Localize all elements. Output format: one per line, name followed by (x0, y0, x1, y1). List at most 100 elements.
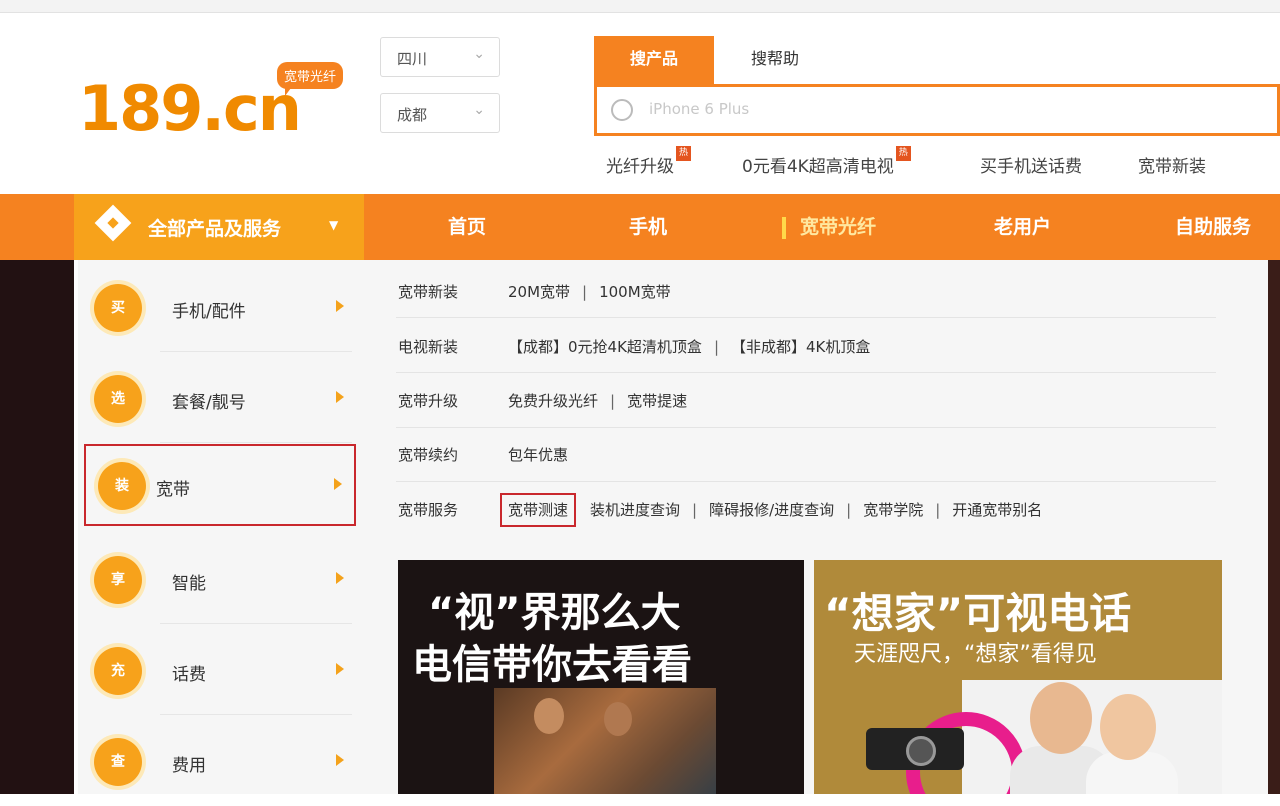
chevron-down-icon: ⌄ (473, 102, 485, 118)
submenu-row-label: 宽带服务 (398, 501, 459, 519)
category-icon: 充 (94, 647, 142, 695)
caret-down-icon: ▼ (329, 218, 339, 232)
banner-tv-promo[interactable]: “视”界那么大 电信带你去看看 (398, 560, 804, 794)
separator: | (846, 501, 852, 519)
city-select[interactable]: 成都 ⌄ (380, 93, 500, 133)
nav-self-service[interactable]: 自助服务 (1175, 194, 1251, 260)
divider (160, 714, 352, 715)
speed-test-link[interactable]: 宽带测速 (499, 493, 577, 527)
banner-headline: “视”界那么大 (428, 590, 681, 636)
submenu-link[interactable]: 开通宽带别名 (952, 501, 1042, 519)
person-image (1030, 682, 1092, 754)
divider (396, 481, 1216, 482)
active-indicator (782, 216, 786, 239)
nav-phone[interactable]: 手机 (629, 194, 667, 260)
submenu-link[interactable]: 【成都】0元抢4K超清机顶盒 (508, 338, 702, 356)
submenu-row-links: 免费升级光纤 | 宽带提速 (508, 390, 687, 411)
submenu-link[interactable]: 100M宽带 (599, 283, 671, 301)
category-smart[interactable]: 享 智能 (80, 534, 352, 624)
search-box[interactable]: iPhone 6 Plus (594, 84, 1280, 136)
category-billing[interactable]: 查 费用 (80, 716, 352, 806)
divider (160, 351, 352, 352)
divider (160, 442, 352, 443)
separator: | (713, 338, 719, 356)
submenu-row-label: 电视新装 (398, 338, 459, 356)
nav-broadband-label: 宽带光纤 (800, 216, 877, 238)
hot-link-phone-credit[interactable]: 买手机送话费 (980, 152, 1082, 177)
divider (396, 372, 1216, 373)
arrow-right-icon (336, 754, 344, 766)
submenu-row-links: 宽带测速 装机进度查询 | 障碍报修/进度查询 | 宽带学院 | 开通宽带别名 (499, 493, 1042, 527)
nav-home[interactable]: 首页 (448, 194, 486, 260)
arrow-right-icon (336, 391, 344, 403)
category-broadband[interactable]: 装 宽带 (84, 444, 356, 526)
category-icon: 选 (94, 375, 142, 423)
arrow-right-icon (334, 478, 342, 490)
hot-link-label: 光纤升级 (606, 157, 674, 177)
divider (160, 623, 352, 624)
submenu-link[interactable]: 20M宽带 (508, 283, 570, 301)
nav-existing-users[interactable]: 老用户 (994, 194, 1051, 260)
person-image (1100, 694, 1156, 760)
tab-search-products[interactable]: 搜产品 (594, 36, 714, 86)
banner-headline: “想家”可视电话 (824, 589, 1132, 638)
hot-link-4k-tv[interactable]: 0元看4K超高清电视热 (742, 146, 911, 177)
category-top-up[interactable]: 充 话费 (80, 625, 352, 715)
submenu-row-links: 【成都】0元抢4K超清机顶盒 | 【非成都】4K机顶盒 (508, 336, 870, 357)
separator: | (692, 501, 698, 519)
banner-movie-image (494, 688, 716, 794)
category-label: 套餐/靓号 (172, 393, 246, 413)
hot-link-broadband-new[interactable]: 宽带新装 (1138, 152, 1206, 177)
diamond-icon (94, 204, 132, 242)
category-icon: 查 (94, 738, 142, 786)
separator: | (582, 283, 588, 301)
all-products-menu[interactable]: 全部产品及服务 ▼ (74, 194, 364, 260)
submenu-row-label: 宽带续约 (398, 446, 459, 464)
banner-video-phone[interactable]: “想家”可视电话 天涯咫尺，“想家”看得见 (814, 560, 1222, 794)
category-label: 宽带 (156, 480, 190, 500)
province-select[interactable]: 四川 ⌄ (380, 37, 500, 77)
hot-link-fiber-upgrade[interactable]: 光纤升级热 (606, 146, 691, 177)
all-products-label: 全部产品及服务 (148, 218, 282, 240)
webcam-image (866, 728, 964, 770)
divider (396, 317, 1216, 318)
category-label: 话费 (172, 665, 206, 685)
category-icon: 买 (94, 284, 142, 332)
background-left (0, 260, 74, 794)
category-plans-numbers[interactable]: 选 套餐/靓号 (80, 353, 352, 443)
tab-search-help[interactable]: 搜帮助 (720, 36, 830, 82)
submenu-row-label: 宽带升级 (398, 392, 459, 410)
submenu-link[interactable]: 宽带学院 (863, 501, 923, 519)
search-input[interactable]: iPhone 6 Plus (649, 100, 749, 118)
hot-tag: 热 (676, 146, 691, 161)
background-right (1266, 260, 1280, 794)
logo-badge: 宽带光纤 (277, 62, 344, 96)
nav-broadband[interactable]: 宽带光纤 (782, 194, 876, 260)
category-label: 费用 (172, 756, 206, 776)
hot-tag: 热 (895, 146, 911, 161)
submenu-link[interactable]: 装机进度查询 (590, 501, 680, 519)
city-value: 成都 (397, 106, 428, 124)
divider (396, 427, 1216, 428)
hot-link-label: 0元看4K超高清电视 (742, 157, 894, 177)
separator: | (610, 392, 616, 410)
site-logo[interactable]: 189.cn (78, 78, 302, 140)
separator: | (935, 501, 941, 519)
province-value: 四川 (397, 50, 428, 68)
submenu-link[interactable]: 包年优惠 (508, 446, 568, 464)
submenu-link[interactable]: 免费升级光纤 (508, 392, 598, 410)
submenu-row-links: 20M宽带 | 100M宽带 (508, 281, 671, 302)
banner-subheadline: 天涯咫尺，“想家”看得见 (854, 642, 1097, 667)
submenu-link[interactable]: 【非成都】4K机顶盒 (731, 338, 870, 356)
category-phone-accessories[interactable]: 买 手机/配件 (80, 262, 352, 352)
category-label: 智能 (172, 574, 206, 594)
category-icon: 享 (94, 556, 142, 604)
category-label: 手机/配件 (172, 302, 246, 322)
submenu-row-label: 宽带新装 (398, 283, 459, 301)
submenu-link[interactable]: 宽带提速 (627, 392, 687, 410)
banner-subheadline: 电信带你去看看 (412, 642, 692, 688)
category-icon: 装 (98, 462, 146, 510)
submenu-row-links: 包年优惠 (508, 444, 568, 465)
submenu-link[interactable]: 障碍报修/进度查询 (709, 501, 834, 519)
top-strip (0, 0, 1280, 13)
